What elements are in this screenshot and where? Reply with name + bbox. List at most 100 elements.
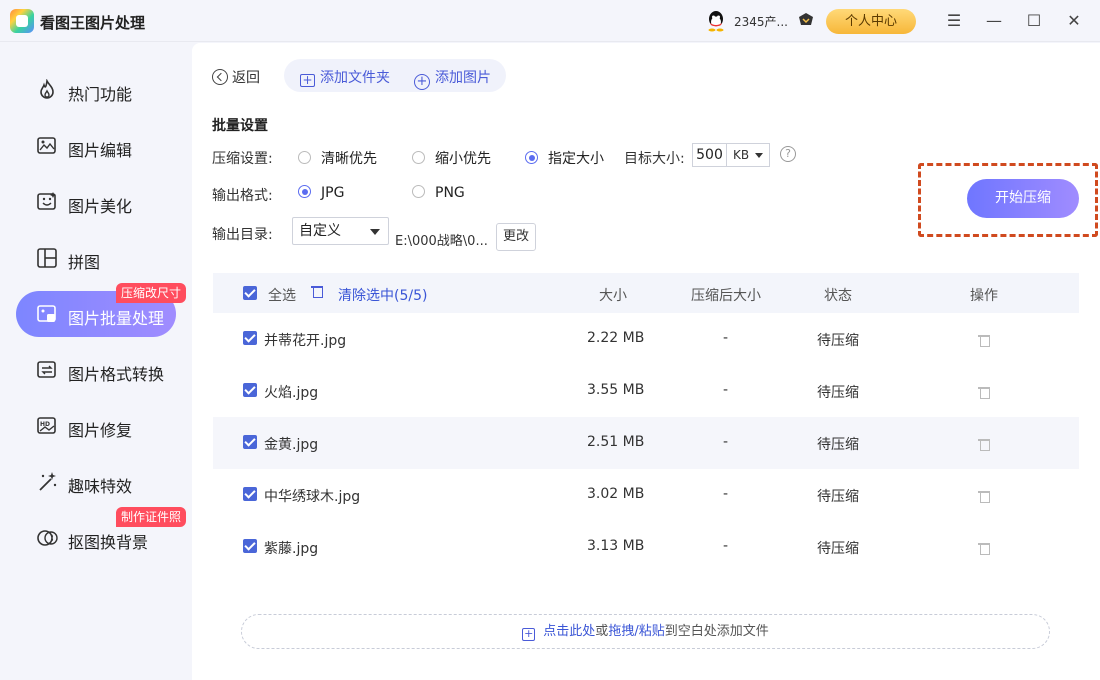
file-size: 3.13 MB <box>587 538 645 554</box>
target-size-input[interactable]: 500 <box>692 143 726 167</box>
clear-selected-button[interactable]: 清除选中(5/5) <box>338 285 427 305</box>
col-compressed-size: 压缩后大小 <box>691 288 761 304</box>
magic-wand-icon <box>39 472 57 491</box>
col-actions: 操作 <box>970 288 998 304</box>
sidebar-item-label: 图片编辑 <box>68 141 133 160</box>
status: 待压缩 <box>817 333 859 349</box>
compressed-size: - <box>723 382 729 398</box>
help-icon[interactable]: ? <box>780 146 796 162</box>
sidebar-item-label: 图片美化 <box>68 197 133 216</box>
image-beautify-icon <box>37 192 56 210</box>
radio-smaller-first[interactable]: 缩小优先 <box>412 148 491 168</box>
sidebar-item-label: 图片修复 <box>68 421 133 440</box>
output-dir-label: 输出目录: <box>212 227 273 243</box>
image-edit-icon <box>37 137 56 154</box>
minimize-icon[interactable]: — <box>984 11 1004 31</box>
change-dir-button[interactable]: 更改 <box>496 223 536 251</box>
col-status: 状态 <box>824 288 852 304</box>
app-logo-icon <box>10 9 34 33</box>
title-bar: 看图王图片处理 2345产... 个人中心 ☰ — ☐ ✕ <box>0 0 1100 42</box>
status: 待压缩 <box>817 541 859 557</box>
radio-clarity-first[interactable]: 清晰优先 <box>298 148 377 168</box>
table-row[interactable]: 火焰.jpg 3.55 MB - 待压缩 <box>213 365 1079 417</box>
file-name: 火焰.jpg <box>264 385 319 401</box>
drop-zone[interactable]: + 点击此处或拖拽/粘贴到空白处添加文件 <box>241 614 1050 649</box>
compressed-size: - <box>723 486 729 502</box>
row-checkbox[interactable] <box>243 383 257 399</box>
sidebar-item-label: 抠图换背景 <box>68 533 149 552</box>
table-row[interactable]: 金黄.jpg 2.51 MB - 待压缩 <box>213 417 1079 469</box>
main-panel: 返回 + 添加文件夹 + 添加图片 批量设置 压缩设置: 清晰优先 缩小优先 指定大… <box>192 43 1100 680</box>
sidebar-item-label: 图片批量处理 <box>68 309 165 328</box>
close-icon[interactable]: ✕ <box>1064 11 1084 31</box>
add-image-button[interactable]: + 添加图片 <box>414 67 491 90</box>
id-photo-badge: 制作证件照 <box>116 507 187 527</box>
col-size: 大小 <box>599 288 627 304</box>
sidebar-item-label: 图片格式转换 <box>68 365 165 384</box>
sidebar-item-hot[interactable]: 热门功能 <box>16 67 176 113</box>
output-dir-path: E:\000战略\0... <box>395 234 488 249</box>
compress-settings-label: 压缩设置: <box>212 151 273 167</box>
sidebar-item-format[interactable]: 图片格式转换 <box>16 347 176 393</box>
qq-penguin-icon[interactable] <box>706 10 726 32</box>
sidebar-item-edit[interactable]: 图片编辑 <box>16 123 176 169</box>
flame-icon <box>40 79 54 99</box>
cutout-icon <box>37 530 58 546</box>
compressed-size: - <box>723 330 729 346</box>
output-format-label: 输出格式: <box>212 188 273 204</box>
file-size: 2.51 MB <box>587 434 645 450</box>
format-convert-icon <box>37 361 56 378</box>
row-checkbox[interactable] <box>243 435 257 451</box>
radio-jpg[interactable]: JPG <box>298 185 344 201</box>
file-size: 3.55 MB <box>587 382 645 398</box>
output-dir-select[interactable]: 自定义 <box>292 217 389 245</box>
row-checkbox[interactable] <box>243 331 257 347</box>
select-all-label: 全选 <box>268 288 296 304</box>
maximize-icon[interactable]: ☐ <box>1024 11 1044 31</box>
sidebar-item-label: 拼图 <box>68 253 101 272</box>
sidebar-item-repair[interactable]: HD 图片修复 <box>16 403 176 449</box>
delete-icon[interactable] <box>978 489 990 507</box>
select-all-checkbox[interactable] <box>243 286 257 302</box>
sidebar-item-effects[interactable]: 趣味特效 <box>16 459 176 505</box>
sidebar-item-beautify[interactable]: 图片美化 <box>16 179 176 225</box>
compressed-size: - <box>723 538 729 554</box>
delete-icon[interactable] <box>978 333 990 351</box>
sidebar-item-label: 趣味特效 <box>68 477 133 496</box>
radio-png[interactable]: PNG <box>412 185 465 201</box>
sidebar: 热门功能 图片编辑 图片美化 拼图 图片批量处理 压缩改尺寸 图片格式转换 HD… <box>0 43 192 680</box>
click-here-link[interactable]: 点击此处 <box>543 624 595 639</box>
compress-resize-badge: 压缩改尺寸 <box>116 283 187 303</box>
status: 待压缩 <box>817 489 859 505</box>
back-arrow-icon <box>212 69 228 85</box>
app-title: 看图王图片处理 <box>40 14 146 32</box>
delete-icon[interactable] <box>978 437 990 455</box>
menu-icon[interactable]: ☰ <box>944 11 964 31</box>
user-name[interactable]: 2345产... <box>734 13 788 30</box>
personal-center-button[interactable]: 个人中心 <box>826 9 916 34</box>
radio-specified-size[interactable]: 指定大小 <box>525 148 604 168</box>
target-size-label: 目标大小: <box>624 151 685 167</box>
size-unit-select[interactable]: KB <box>726 143 770 167</box>
sidebar-item-collage[interactable]: 拼图 <box>16 235 176 281</box>
add-folder-icon: + <box>300 74 315 87</box>
file-name: 紫藤.jpg <box>264 541 319 557</box>
row-checkbox[interactable] <box>243 487 257 503</box>
table-row[interactable]: 紫藤.jpg 3.13 MB - 待压缩 <box>213 521 1079 573</box>
delete-icon[interactable] <box>978 385 990 403</box>
file-size: 3.02 MB <box>587 486 645 502</box>
row-checkbox[interactable] <box>243 539 257 555</box>
table-row[interactable]: 并蒂花开.jpg 2.22 MB - 待压缩 <box>213 313 1079 365</box>
file-name: 金黄.jpg <box>264 437 319 453</box>
vip-crown-icon[interactable] <box>797 12 815 28</box>
table-row[interactable]: 中华绣球木.jpg 3.02 MB - 待压缩 <box>213 469 1079 521</box>
start-compress-button[interactable]: 开始压缩 <box>967 179 1079 218</box>
file-name: 并蒂花开.jpg <box>264 333 347 349</box>
delete-icon[interactable] <box>978 541 990 559</box>
file-size: 2.22 MB <box>587 330 645 346</box>
add-folder-button[interactable]: + 添加文件夹 <box>300 67 390 87</box>
add-files-group: + 添加文件夹 + 添加图片 <box>284 59 506 92</box>
collage-icon <box>37 248 57 268</box>
back-button[interactable]: 返回 <box>212 67 260 87</box>
clear-selected-icon[interactable] <box>311 284 323 302</box>
